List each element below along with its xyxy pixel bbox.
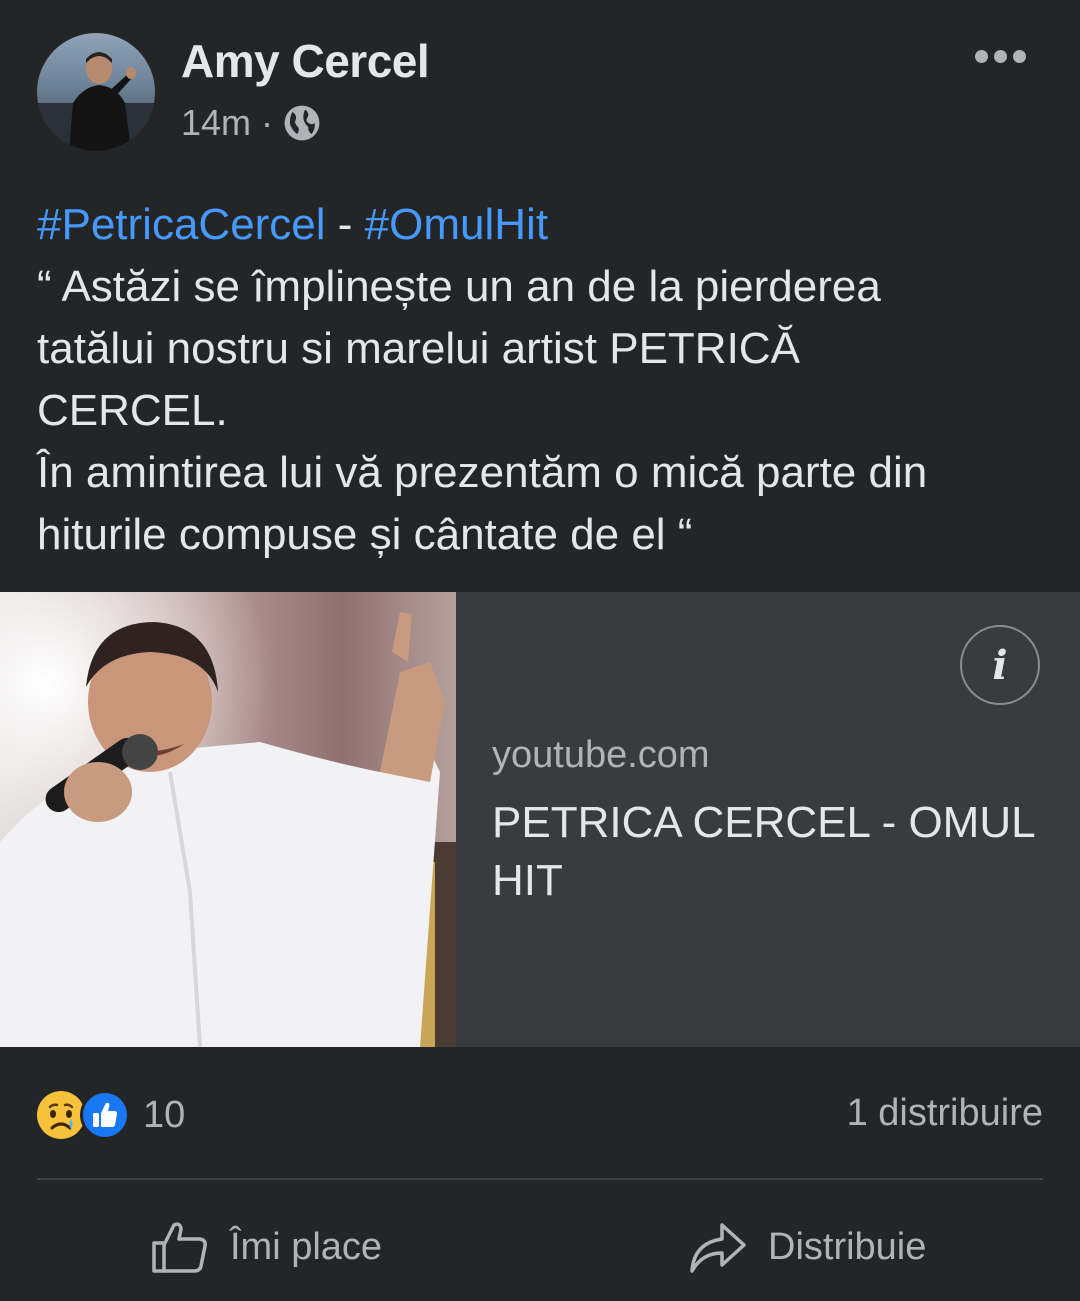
post-text-line: În amintirea lui vă prezentăm o mică par…	[37, 448, 928, 497]
post-header: Amy Cercel 14m ·	[0, 0, 1080, 170]
post-time[interactable]: 14m	[181, 102, 251, 144]
avatar-photo	[37, 52, 155, 151]
share-count[interactable]: 1 distribuire	[847, 1092, 1043, 1135]
more-options-icon[interactable]	[970, 36, 1030, 76]
thumbs-up-icon	[152, 1222, 207, 1273]
info-icon[interactable]: i	[960, 625, 1040, 705]
share-button[interactable]: Distribuie	[688, 1212, 926, 1282]
link-title[interactable]: PETRICA CERCEL - OMUL HIT	[492, 794, 1052, 910]
post-meta: 14m ·	[181, 100, 321, 146]
link-thumbnail[interactable]	[0, 592, 456, 1047]
share-arrow-icon	[690, 1223, 746, 1273]
post-text-line: hiturile compuse și cântate de el “	[37, 510, 693, 559]
reaction-count: 10	[143, 1093, 186, 1136]
hashtag-separator: -	[325, 200, 365, 249]
globe-icon	[284, 105, 320, 141]
hashtag-link[interactable]: #OmulHit	[365, 200, 548, 249]
post-text-line: “ Astăzi se împlinește un an de la pierd…	[37, 262, 881, 311]
author-name[interactable]: Amy Cercel	[181, 34, 430, 88]
reactions-summary[interactable]: 10	[35, 1088, 185, 1142]
meta-separator: ·	[261, 102, 274, 143]
share-label: Distribuie	[768, 1225, 927, 1268]
like-label: Îmi place	[230, 1225, 383, 1268]
like-reaction-icon	[80, 1090, 130, 1140]
author-avatar[interactable]	[37, 33, 155, 151]
actions-divider	[37, 1178, 1043, 1180]
singer-photo	[0, 592, 456, 1047]
hashtag-line: #PetricaCercel - #OmulHit	[37, 194, 1047, 256]
hashtag-link[interactable]: #PetricaCercel	[37, 200, 326, 249]
post-text-line: CERCEL.	[37, 386, 228, 435]
post-text: #PetricaCercel - #OmulHit “ Astăzi se îm…	[37, 194, 1047, 566]
post-text-line: tatălui nostru si marelui artist PETRICĂ	[37, 324, 800, 373]
link-domain[interactable]: youtube.com	[492, 734, 710, 777]
like-button[interactable]: Îmi place	[150, 1212, 382, 1282]
